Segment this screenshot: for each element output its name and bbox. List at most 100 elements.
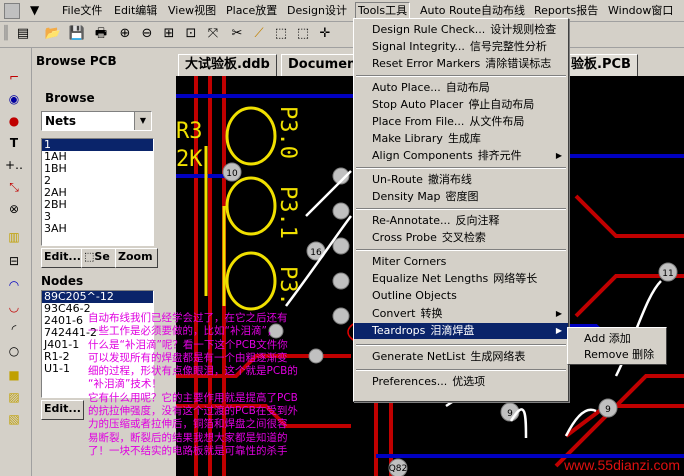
menu-view[interactable]: View视图 — [166, 3, 218, 19]
menu-separator — [356, 167, 566, 169]
menu-item-autoplace[interactable]: Auto Place... 自动布局 — [354, 80, 568, 96]
toggle-panel-icon[interactable]: ▤ — [14, 25, 32, 43]
cross-probe-icon[interactable]: ⤧ — [204, 25, 222, 43]
nets-list[interactable]: 1 1AH 1BH 2 2AH 2BH 3 3AH — [41, 138, 154, 246]
menu-item-stopautoplacer[interactable]: Stop Auto Placer 停止自动布局 — [354, 97, 568, 113]
menu-item-add[interactable]: Add 添加 — [568, 331, 666, 347]
toolbar: ║ ▤ 📂 💾 🖶 ⊕ ⊖ ⊞ ⊡ ⤧ ✂ ⟋ ⬚ ⬚ ✛ — [0, 22, 684, 48]
menu-edit[interactable]: Edit编辑 — [112, 3, 159, 19]
select-net-label: Se — [94, 250, 110, 263]
place-dimension-icon[interactable]: ⤡ — [5, 178, 23, 196]
tab-ddb[interactable]: 大试验板.ddb — [178, 54, 277, 78]
label-p3x: P3. — [275, 266, 300, 306]
place-pad-icon[interactable]: ◉ — [5, 90, 23, 108]
browse-select[interactable]: Nets ▼ — [41, 111, 152, 131]
annotation-line: 自动布线我们已经学会过了，在它之后还有 — [88, 312, 288, 324]
menu-reports[interactable]: Reports报告 — [532, 3, 600, 19]
save-icon[interactable]: 💾 — [68, 25, 86, 43]
menu-separator — [356, 344, 566, 346]
app-menu-arrow-icon[interactable]: ▼ — [30, 3, 39, 17]
label-p31: P3.1 — [275, 186, 300, 239]
annotation-line: 细的过程，形状有点像眼泪，这个就是PCB的 — [88, 365, 298, 378]
annotation-line: 一些工作是必须要做的，比如“补泪滴”， — [88, 325, 278, 338]
ref-2k: 2K — [176, 147, 203, 172]
place-origin-icon[interactable]: ⊗ — [5, 200, 23, 218]
place-string-icon[interactable]: T — [5, 134, 23, 152]
open-icon[interactable]: 📂 — [44, 25, 62, 43]
deselect-icon[interactable]: ⬚ — [294, 25, 312, 43]
zoom-fit-icon[interactable]: ⊞ — [160, 25, 178, 43]
browse-group-label: Browse — [45, 91, 95, 105]
menu-file[interactable]: File文件 — [60, 3, 104, 19]
print-icon[interactable]: 🖶 — [92, 25, 110, 43]
split-plane-icon[interactable]: ▧ — [5, 410, 23, 428]
zoom-in-icon[interactable]: ⊕ — [116, 25, 134, 43]
cut-icon[interactable]: ✂ — [228, 25, 246, 43]
place-component-icon[interactable]: ⊟ — [5, 252, 23, 270]
menu-autoroute[interactable]: Auto Route自动布线 — [418, 3, 527, 19]
menu-item-aligncomponents[interactable]: Align Components 排齐元件 ▶ — [354, 148, 568, 164]
fill-icon[interactable]: ■ — [5, 366, 23, 384]
browse-select-value: Nets — [45, 114, 77, 128]
arc-any-icon[interactable]: ◜ — [5, 320, 23, 338]
net-list-item[interactable]: 2BH — [42, 199, 153, 211]
menu-item-signalintegrity[interactable]: Signal Integrity... 信号完整性分析 — [354, 39, 568, 55]
pad-label-9b: 9 — [605, 405, 611, 415]
zoom-out-icon[interactable]: ⊖ — [138, 25, 156, 43]
zoom-area-icon[interactable]: ⊡ — [182, 25, 200, 43]
menu-item-preferences[interactable]: Preferences... 优选项 — [354, 374, 568, 390]
annotation-line: 可以发现所有的焊盘都是有一个由粗逐渐变 — [88, 351, 288, 364]
edit-node-button[interactable]: Edit... — [41, 400, 84, 420]
interactive-route-icon[interactable]: ⌐ — [5, 68, 23, 86]
full-circle-icon[interactable]: ○ — [5, 342, 23, 360]
draw-wire-icon[interactable]: ⟋ — [250, 25, 268, 43]
menu-item-remove[interactable]: Remove 删除 — [568, 347, 666, 363]
annotation-line: “补泪滴”技术！ — [88, 378, 162, 391]
menu-window[interactable]: Window窗口 — [606, 3, 675, 19]
menu-item-reseterrormarkers[interactable]: Reset Error Markers 清除错误标志 — [354, 56, 568, 72]
menu-item-reannotate[interactable]: Re-Annotate... 反向注释 — [354, 213, 568, 229]
menu-item-designrulecheck[interactable]: Design Rule Check... 设计规则检查 — [354, 22, 568, 38]
menu-item-unroute[interactable]: Un-Route 撤消布线 — [354, 172, 568, 188]
pad-label-10: 10 — [226, 169, 238, 179]
annotation-line: 的抗拉伸强度，没有这个过渡的PCB在受到外 — [88, 405, 298, 418]
arc-edge-icon[interactable]: ◡ — [5, 298, 23, 316]
menu-item-equalizenetlengths[interactable]: Equalize Net Lengths 网络等长 — [354, 271, 568, 287]
submenu-arrow-icon: ▶ — [555, 326, 562, 335]
place-coordinate-icon[interactable]: +‥ — [5, 156, 23, 174]
zoom-net-button[interactable]: Zoom — [115, 248, 158, 268]
menu-item-mitercorners[interactable]: Miter Corners — [354, 254, 568, 270]
select-net-button[interactable]: ⬚Se — [81, 248, 119, 268]
app-icon[interactable] — [4, 3, 20, 19]
annotation-line: 易断裂，断裂后的结果我想大家都是知道的 — [88, 431, 288, 444]
select-icon: ⬚ — [84, 250, 95, 263]
menu-place[interactable]: Place放置 — [224, 3, 279, 19]
pad-label-11: 11 — [662, 269, 673, 279]
menu-item-makelibrary[interactable]: Make Library 生成库 — [354, 131, 568, 147]
move-icon[interactable]: ✛ — [316, 25, 334, 43]
submenu-arrow-icon: ▶ — [555, 309, 562, 318]
comp-label-q82: Q82 — [389, 464, 408, 474]
polygon-icon[interactable]: ▨ — [5, 388, 23, 406]
menu-item-teardrops[interactable]: Teardrops 泪滴焊盘 ▶ — [354, 323, 568, 339]
menu-design[interactable]: Design设计 — [285, 3, 349, 19]
edit-net-button[interactable]: Edit... — [41, 248, 84, 268]
submenu-arrow-icon: ▶ — [555, 151, 562, 160]
menu-item-convert[interactable]: Convert 转换 ▶ — [354, 306, 568, 322]
annotation-line: 它有什么用呢？它的主要作用就是提高了PCB — [88, 391, 298, 404]
menu-item-crossprobe[interactable]: Cross Probe 交叉检索 — [354, 230, 568, 246]
menu-item-outlineobjects[interactable]: Outline Objects — [354, 288, 568, 304]
teardrops-submenu: Add 添加 Remove 删除 — [567, 327, 667, 365]
arc-center-icon[interactable]: ◠ — [5, 276, 23, 294]
place-via-icon[interactable]: ● — [5, 112, 23, 130]
tab-pcb[interactable]: 验板.PCB — [564, 54, 638, 78]
net-list-item[interactable]: 3AH — [42, 223, 153, 235]
chevron-down-icon[interactable]: ▼ — [134, 112, 151, 130]
net-list-item[interactable]: 1BH — [42, 163, 153, 175]
select-area-icon[interactable]: ⬚ — [272, 25, 290, 43]
place-room-icon[interactable]: ▥ — [5, 228, 23, 246]
menu-item-generatenetlist[interactable]: Generate NetList 生成网络表 — [354, 349, 568, 365]
menu-item-densitymap[interactable]: Density Map 密度图 — [354, 189, 568, 205]
annotation-line: 力的压缩或者拉伸后，铜箔和焊盘之间很容 — [88, 418, 288, 431]
menu-item-placefromfile[interactable]: Place From File... 从文件布局 — [354, 114, 568, 130]
